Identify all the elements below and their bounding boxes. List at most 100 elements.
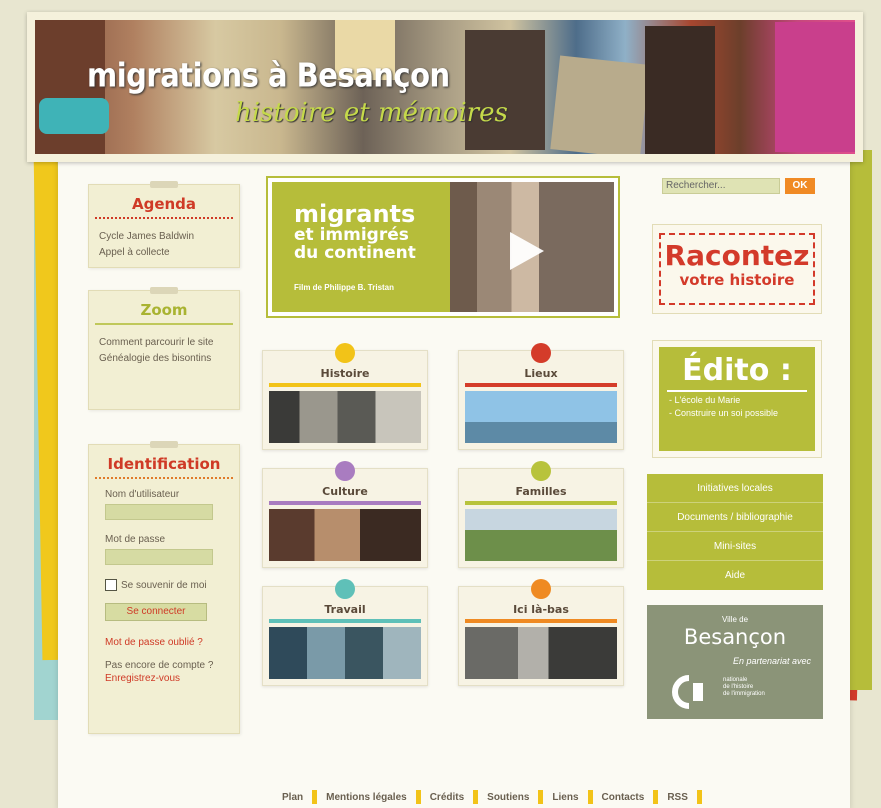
forgot-password-link[interactable]: Mot de passe oublié ? — [105, 637, 239, 648]
footer-link-plan[interactable]: Plan — [282, 792, 303, 803]
theme-image — [269, 627, 421, 679]
theme-title: Culture — [322, 485, 368, 498]
footer-link-contacts[interactable]: Contacts — [602, 792, 645, 803]
theme-dot — [531, 343, 551, 363]
theme-line — [465, 501, 617, 505]
footer-link-credits[interactable]: Crédits — [430, 792, 464, 803]
theme-image — [269, 509, 421, 561]
collage-children — [645, 26, 715, 154]
video-subtitle-line: et immigrés — [294, 225, 409, 245]
theme-card-ici-la-bas[interactable]: Ici là-bas — [458, 579, 624, 686]
paper-clip — [150, 287, 178, 294]
side-menu: Initiatives locales Documents / bibliogr… — [647, 474, 823, 590]
site-title[interactable]: migrations à Besançon — [87, 55, 450, 94]
partner-cite: nationale de l'histoire de l'immigration — [723, 677, 765, 698]
theme-dot — [335, 343, 355, 363]
password-label: Mot de passe — [105, 534, 166, 545]
theme-image — [465, 391, 617, 443]
theme-title: Ici là-bas — [513, 603, 569, 616]
theme-line — [269, 501, 421, 505]
zoom-box: Zoom Comment parcourir le site Généalogi… — [88, 287, 240, 410]
theme-title: Familles — [515, 485, 567, 498]
site-subtitle: histoire et mémoires — [235, 98, 508, 128]
partner-cite-line: nationale — [723, 677, 748, 683]
agenda-link[interactable]: Cycle James Baldwin — [99, 229, 229, 245]
footer-separator — [538, 790, 544, 804]
divider — [667, 390, 807, 392]
menu-item-mini-sites[interactable]: Mini-sites — [647, 532, 823, 561]
partner-cite-line: de l'histoire — [723, 684, 754, 690]
footer-separator — [415, 790, 421, 804]
login-title: Identification — [95, 445, 233, 479]
menu-item-initiatives[interactable]: Initiatives locales — [647, 474, 823, 503]
racontez-title: Racontez — [664, 239, 810, 272]
site-banner[interactable]: migrations à Besançon histoire et mémoir… — [27, 12, 863, 162]
zoom-link[interactable]: Généalogie des bisontins — [99, 351, 229, 367]
paper-clip — [150, 181, 178, 188]
partner-ville: Ville de — [721, 615, 749, 624]
play-icon[interactable] — [510, 232, 544, 270]
video-subtitle: et immigrés du continent — [294, 226, 416, 262]
theme-card-lieux[interactable]: Lieux — [458, 343, 624, 450]
menu-item-documents[interactable]: Documents / bibliographie — [647, 503, 823, 532]
theme-dot — [531, 579, 551, 599]
remember-label: Se souvenir de moi — [121, 579, 207, 591]
partner-cite-line: de l'immigration — [723, 691, 765, 697]
collage-caravan — [39, 98, 109, 134]
register-link[interactable]: Enregistrez-vous — [105, 673, 239, 684]
collage-photo-family — [550, 55, 650, 154]
theme-title: Travail — [324, 603, 366, 616]
featured-video[interactable]: migrants et immigrés du continent Film d… — [266, 176, 620, 318]
edito-title: Édito : — [682, 353, 792, 388]
no-account-text: Pas encore de compte ? — [105, 660, 214, 671]
zoom-title: Zoom — [95, 291, 233, 325]
racontez-banner[interactable]: Racontez votre histoire — [652, 224, 822, 314]
zoom-link[interactable]: Comment parcourir le site — [99, 335, 229, 351]
theme-image — [269, 391, 421, 443]
search-button[interactable]: OK — [785, 178, 815, 194]
footer-separator — [473, 790, 479, 804]
footer-separator — [696, 790, 702, 804]
edito-link[interactable]: - L'école du Marie — [659, 394, 815, 407]
menu-item-aide[interactable]: Aide — [647, 561, 823, 590]
theme-title: Lieux — [524, 367, 558, 380]
theme-dot — [335, 461, 355, 481]
theme-card-histoire[interactable]: Histoire — [262, 343, 428, 450]
footer-link-soutiens[interactable]: Soutiens — [487, 792, 529, 803]
theme-card-familles[interactable]: Familles — [458, 461, 624, 568]
banner-collage: migrations à Besançon histoire et mémoir… — [35, 20, 855, 154]
agenda-link[interactable]: Appel à collecte — [99, 245, 229, 261]
search-input[interactable]: Rechercher... — [662, 178, 780, 194]
footer-link-mentions[interactable]: Mentions légales — [326, 792, 407, 803]
theme-image — [465, 627, 617, 679]
footer-separator — [653, 790, 659, 804]
theme-line — [269, 383, 421, 387]
video-credit: Film de Philippe B. Tristan — [294, 283, 395, 292]
footer-link-liens[interactable]: Liens — [552, 792, 578, 803]
theme-line — [465, 383, 617, 387]
footer-link-rss[interactable]: RSS — [667, 792, 688, 803]
video-title: migrants — [294, 200, 416, 228]
login-box: Identification Nom d'utilisateur Mot de … — [88, 441, 240, 734]
username-label: Nom d'utilisateur — [105, 489, 180, 500]
login-button[interactable]: Se connecter — [105, 603, 207, 621]
remember-checkbox[interactable] — [105, 579, 117, 591]
edito-link[interactable]: - Construire un soi possible — [659, 407, 815, 420]
password-field[interactable] — [105, 549, 213, 565]
footer-separator — [587, 790, 593, 804]
video-thumbnail: migrants et immigrés du continent Film d… — [272, 182, 614, 312]
partner-avec: En partenariat avec — [732, 656, 811, 666]
collage-painting — [775, 22, 855, 152]
partner-box[interactable]: Ville de Besançon En partenariat avec na… — [647, 605, 823, 719]
footer-separator — [312, 790, 318, 804]
username-field[interactable] — [105, 504, 213, 520]
theme-card-culture[interactable]: Culture — [262, 461, 428, 568]
theme-dot — [531, 461, 551, 481]
theme-card-travail[interactable]: Travail — [262, 579, 428, 686]
racontez-subtitle: votre histoire — [679, 271, 795, 289]
footer-nav: Plan Mentions légales Crédits Soutiens L… — [276, 788, 816, 806]
video-subtitle-line: du continent — [294, 243, 416, 263]
agenda-title: Agenda — [95, 185, 233, 219]
theme-dot — [335, 579, 355, 599]
partner-city: Besançon — [683, 625, 787, 649]
